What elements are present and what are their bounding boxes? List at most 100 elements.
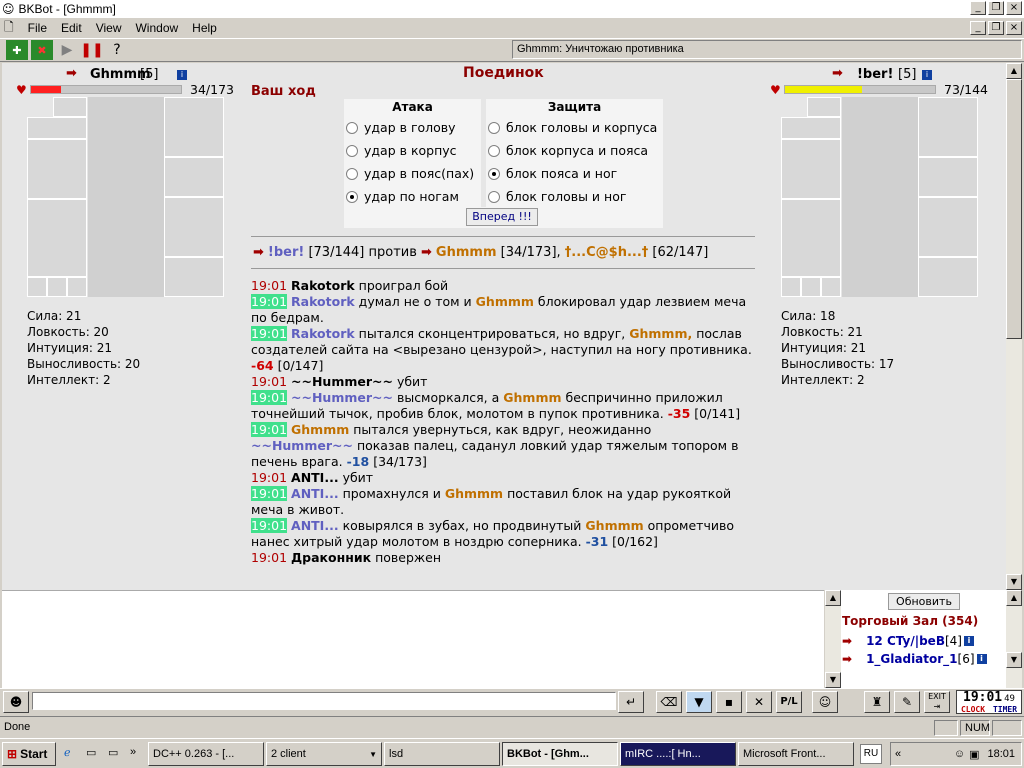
restore-icon[interactable]: ❐ <box>988 1 1004 15</box>
menu-view[interactable]: View <box>96 21 122 35</box>
attack-belt-option[interactable]: удар в пояс(пах) <box>346 166 474 181</box>
right-shield-slot[interactable] <box>918 197 978 257</box>
play-icon[interactable]: ▶ <box>56 40 78 60</box>
log-player-name[interactable]: Ghmmm <box>476 294 534 309</box>
scroll-thumb[interactable] <box>1006 79 1022 339</box>
attack-radio-3[interactable] <box>346 190 358 203</box>
doc-icon[interactable]: 🗋 <box>4 18 14 39</box>
log-player-name[interactable]: ANTI... <box>291 486 339 501</box>
left-gloves-slot[interactable] <box>164 157 224 197</box>
right-boots-slot[interactable] <box>918 257 978 297</box>
minimize-icon[interactable]: _ <box>970 1 986 15</box>
log-player-name[interactable]: Rakotork <box>291 278 355 293</box>
child-restore-icon[interactable]: ❐ <box>988 21 1004 35</box>
menu-edit[interactable]: Edit <box>61 21 82 35</box>
task-frontpage[interactable]: Microsoft Front... <box>738 742 854 766</box>
tray-arrow-icon[interactable]: « <box>895 748 901 760</box>
left-weapon-slot[interactable] <box>27 139 87 199</box>
scroll-icon[interactable]: ✎ <box>894 691 920 713</box>
language-indicator[interactable]: RU <box>860 744 882 764</box>
smile-face-icon[interactable]: ☻ <box>3 691 29 713</box>
right-weapon-slot[interactable] <box>781 139 841 199</box>
clear-icon[interactable]: ⌫ <box>656 691 682 713</box>
log-player-name[interactable]: Ghmmm <box>585 518 643 533</box>
left-earrings-slot[interactable] <box>53 97 87 117</box>
drive-icon[interactable]: ▭ <box>86 746 96 759</box>
vs-player-a[interactable]: !ber! <box>268 245 304 260</box>
forward-button[interactable]: Вперед !!! <box>466 208 538 226</box>
log-player-name[interactable]: Ghmmm <box>445 486 503 501</box>
walk-icon[interactable]: ✕ <box>746 691 772 713</box>
defense-head-body-option[interactable]: блок головы и корпуса <box>488 120 657 135</box>
log-player-name[interactable]: ANTI... <box>291 470 339 485</box>
exit-icon[interactable]: EXIT ⇥ <box>924 691 950 713</box>
task-bkbot[interactable]: BKBot - [Ghm... <box>502 742 618 766</box>
log-player-name[interactable]: ~~Hummer~~ <box>291 390 393 405</box>
attack-radio-2[interactable] <box>346 167 358 180</box>
menu-file[interactable]: File <box>28 21 47 35</box>
child-close-icon[interactable]: × <box>1006 21 1022 35</box>
menu-help[interactable]: Help <box>192 21 217 35</box>
smiley-icon[interactable]: ☺ <box>812 691 838 713</box>
pl-icon[interactable]: P/L <box>776 691 802 713</box>
chat-user-1[interactable]: ➡ 12 CTy/|beB [4] i <box>842 634 974 648</box>
right-ring-slot-2[interactable] <box>801 277 821 297</box>
scroll-down-icon[interactable]: ▼ <box>1006 574 1022 590</box>
close-icon[interactable]: × <box>1006 1 1022 15</box>
defense-body-belt-option[interactable]: блок корпуса и пояса <box>488 143 648 158</box>
chat-scrollbar[interactable]: ▲ ▼ <box>825 590 841 688</box>
right-ring-slot-1[interactable] <box>781 277 801 297</box>
disconnect-icon[interactable]: ✖ <box>31 40 53 60</box>
left-helmet-slot[interactable] <box>164 97 224 157</box>
task-dcpp[interactable]: DC++ 0.263 - [... <box>148 742 264 766</box>
defense-radio-0[interactable] <box>488 121 500 134</box>
left-info-icon[interactable]: i <box>177 70 187 80</box>
attack-legs-option[interactable]: удар по ногам <box>346 189 459 204</box>
bag-icon[interactable]: ♜ <box>864 691 890 713</box>
drive-icon-2[interactable]: ▭ <box>108 746 118 759</box>
attack-radio-0[interactable] <box>346 121 358 134</box>
right-helmet-slot[interactable] <box>918 97 978 157</box>
chat-scroll-up-icon[interactable]: ▲ <box>825 590 841 606</box>
menu-window[interactable]: Window <box>135 21 178 35</box>
message-input[interactable] <box>32 692 616 710</box>
log-player-name[interactable]: Rakotork <box>291 326 355 341</box>
userlist-scrollbar[interactable]: ▲ ▼ <box>1006 590 1022 688</box>
vs-player-c[interactable]: †...C@$h...† <box>565 245 648 260</box>
right-amulet-slot[interactable] <box>781 117 841 139</box>
left-boots-slot[interactable] <box>164 257 224 297</box>
task-lsd[interactable]: lsd <box>384 742 500 766</box>
task-mirc[interactable]: mIRC ....:[ Hn... <box>620 742 736 766</box>
log-player-name[interactable]: Ghmmm <box>503 390 561 405</box>
scroll-up-icon[interactable]: ▲ <box>1006 63 1022 79</box>
left-ring-slot-2[interactable] <box>47 277 67 297</box>
user-info-icon[interactable]: i <box>976 654 987 664</box>
help-icon[interactable]: ? <box>106 40 128 60</box>
log-player-name[interactable]: ~~Hummer~~ <box>251 438 353 453</box>
attack-radio-1[interactable] <box>346 144 358 157</box>
user-info-icon[interactable]: i <box>963 636 974 646</box>
left-ring-slot-3[interactable] <box>67 277 87 297</box>
defense-belt-legs-option[interactable]: блок пояса и ног <box>488 166 617 181</box>
tray-smile-icon[interactable]: ☺ <box>954 748 965 760</box>
log-player-name[interactable]: Ghmmm, <box>629 326 692 341</box>
send-icon[interactable]: ↵ <box>618 691 644 713</box>
chat-user-2[interactable]: ➡ 1_Gladiator_1 [6] i <box>842 652 987 666</box>
refresh-button[interactable]: Обновить <box>888 593 960 610</box>
attack-body-option[interactable]: удар в корпус <box>346 143 457 158</box>
left-shield-slot[interactable] <box>164 197 224 257</box>
task-client[interactable]: 2 client ▼ <box>266 742 382 766</box>
filter-icon[interactable]: ▼ <box>686 691 712 713</box>
right-player-name[interactable]: !ber! <box>857 67 893 82</box>
tray-clock[interactable]: 18:01 <box>987 748 1015 760</box>
vs-player-b[interactable]: Ghmmm <box>436 245 497 260</box>
right-ring-slot-3[interactable] <box>821 277 841 297</box>
main-scrollbar[interactable]: ▲ ▼ <box>1006 63 1022 590</box>
defense-radio-1[interactable] <box>488 144 500 157</box>
left-armor-slot[interactable] <box>27 199 87 277</box>
connect-icon[interactable]: ✚ <box>6 40 28 60</box>
ie-icon[interactable]: ℯ <box>64 746 71 759</box>
log-player-name[interactable]: ~~Hummer~~ <box>291 374 393 389</box>
userlist-scroll-up-icon[interactable]: ▲ <box>1006 590 1022 606</box>
log-player-name[interactable]: Rakotork <box>291 294 355 309</box>
